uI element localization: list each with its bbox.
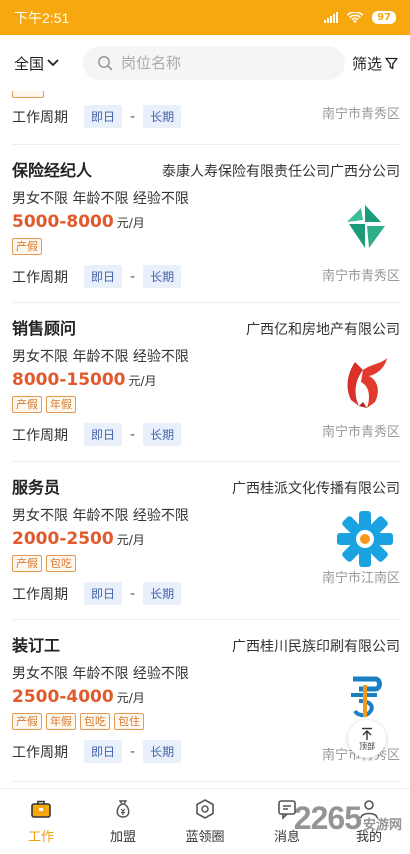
status-bar: 下午2:51 97 <box>0 0 410 35</box>
period-start: 即日 <box>84 265 123 288</box>
tab-bluecollar-circle[interactable]: 蓝领圈 <box>164 789 246 854</box>
job-title: 服务员 <box>12 478 61 497</box>
search-box[interactable] <box>83 46 346 80</box>
company-name: 广西桂派文化传播有限公司 <box>232 481 400 497</box>
search-input[interactable] <box>121 54 322 72</box>
hexagon-icon <box>196 799 214 819</box>
company-logo-guipai <box>332 506 398 572</box>
salary-unit: 元/月 <box>116 533 145 547</box>
job-title: 装订工 <box>12 636 61 655</box>
job-location: 南宁市青秀区 <box>321 107 400 122</box>
search-icon <box>98 56 113 71</box>
period-end: 长期 <box>143 105 182 128</box>
search-header: 全国 筛选 <box>0 35 410 91</box>
period-label: 工作周期 <box>12 586 68 603</box>
job-tag: 产假 <box>12 713 42 730</box>
salary: 2000-2500 <box>12 529 114 549</box>
job-tag: 包吃 <box>46 555 76 572</box>
job-tag: 年假 <box>46 396 76 413</box>
job-tag: 包吃 <box>80 713 110 730</box>
tab-label: 工作 <box>27 830 54 845</box>
briefcase-icon <box>31 800 51 818</box>
watermark-logo: 2265 安游网 <box>294 800 402 837</box>
period-end: 长期 <box>143 740 182 763</box>
company-name: 广西亿和房地产有限公司 <box>246 322 400 338</box>
chevron-down-icon <box>47 59 59 67</box>
signal-icon <box>324 12 339 23</box>
filter-label: 筛选 <box>351 54 382 73</box>
back-to-top-label: 顶部 <box>359 741 375 751</box>
company-logo-yihe <box>332 349 398 415</box>
wifi-icon <box>346 11 364 23</box>
period-end: 长期 <box>143 265 182 288</box>
money-bag-icon <box>116 800 130 818</box>
tab-label: 加盟 <box>109 830 136 845</box>
job-card[interactable]: 保险经纪人 泰康人寿保险有限责任公司广西分公司 男女不限 年龄不限 经验不限 5… <box>12 145 400 303</box>
tab-label: 蓝领圈 <box>185 830 225 845</box>
period-start: 即日 <box>84 105 123 128</box>
period-label: 工作周期 <box>12 427 68 444</box>
job-card[interactable]: 服务员 广西桂派文化传播有限公司 男女不限 年龄不限 经验不限 2000-250… <box>12 462 400 620</box>
arrow-up-icon <box>362 727 372 740</box>
salary: 2500-4000 <box>12 687 114 707</box>
job-location: 南宁市江南区 <box>321 571 400 586</box>
company-name: 广西桂川民族印刷有限公司 <box>232 639 400 655</box>
job-title: 保险经纪人 <box>12 161 93 180</box>
job-list[interactable]: 工作周期 即日 - 长期 南宁市青秀区 保险经纪人 泰康人寿保险有限责任公司广西… <box>0 91 410 788</box>
company-name: 泰康人寿保险有限责任公司广西分公司 <box>162 164 400 180</box>
status-time: 下午2:51 <box>14 9 70 26</box>
company-logo-taikang <box>332 195 398 261</box>
salary-unit: 元/月 <box>116 216 145 230</box>
period-start: 即日 <box>84 423 123 446</box>
period-start: 即日 <box>84 740 123 763</box>
period-end: 长期 <box>143 423 182 446</box>
region-label: 全国 <box>14 54 45 73</box>
watermark-suffix: 安游网 <box>362 817 402 832</box>
period-label: 工作周期 <box>12 744 68 761</box>
salary: 8000-15000 <box>12 370 126 390</box>
battery-indicator: 97 <box>372 11 396 24</box>
salary: 5000-8000 <box>12 212 114 232</box>
region-selector[interactable]: 全国 <box>14 53 59 74</box>
job-tag: 产假 <box>12 555 42 572</box>
job-location: 南宁市青秀区 <box>321 425 400 440</box>
filter-button[interactable]: 筛选 <box>352 53 398 74</box>
job-location: 南宁市青秀区 <box>321 269 400 284</box>
job-title: 销售顾问 <box>12 319 77 338</box>
job-card[interactable]: 销售顾问 广西亿和房地产有限公司 男女不限 年龄不限 经验不限 8000-150… <box>12 303 400 462</box>
period-start: 即日 <box>84 582 123 605</box>
job-card-partial[interactable]: 工作周期 即日 - 长期 南宁市青秀区 <box>12 91 400 145</box>
period-label: 工作周期 <box>12 269 68 286</box>
job-tag: 产假 <box>12 396 42 413</box>
funnel-icon <box>385 57 398 69</box>
watermark-number: 2265 <box>293 800 362 836</box>
salary-unit: 元/月 <box>116 691 145 705</box>
job-tag <box>12 91 44 98</box>
job-tag: 产假 <box>12 238 42 255</box>
job-tag: 包住 <box>114 713 144 730</box>
salary-unit: 元/月 <box>128 374 157 388</box>
period-end: 长期 <box>143 582 182 605</box>
period-label: 工作周期 <box>12 109 68 126</box>
job-card[interactable]: 装订工 广西桂川民族印刷有限公司 男女不限 年龄不限 经验不限 2500-400… <box>12 620 400 782</box>
tab-join[interactable]: 加盟 <box>82 789 164 854</box>
tab-work[interactable]: 工作 <box>0 789 82 854</box>
back-to-top-button[interactable]: 顶部 <box>348 720 386 758</box>
job-tag: 年假 <box>46 713 76 730</box>
